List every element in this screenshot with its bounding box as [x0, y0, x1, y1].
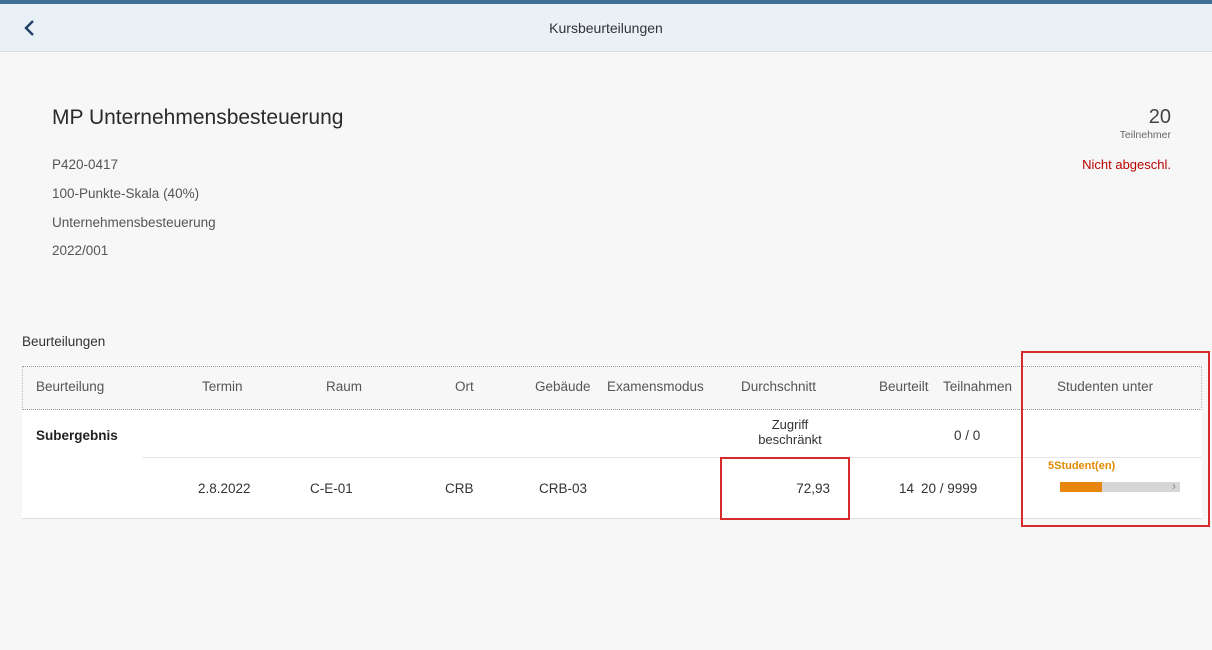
course-title: MP Unternehmensbesteuerung	[52, 106, 344, 129]
subresult-label: Subergebnis	[36, 428, 118, 443]
cell-teilnahmen: 20 / 9999	[921, 481, 978, 496]
col-raum[interactable]: Raum	[326, 379, 362, 394]
students-below-progress-fill	[1060, 482, 1102, 492]
col-beurteilung[interactable]: Beurteilung	[36, 379, 104, 394]
course-code: P420-0417	[52, 157, 119, 172]
status-badge: Nicht abgeschl.	[1082, 157, 1171, 172]
page-title: Kursbeurteilungen	[549, 20, 663, 36]
col-gebaeude[interactable]: Gebäude	[535, 379, 591, 394]
cell-gebaeude: CRB-03	[539, 481, 588, 496]
chevron-right-icon: ›	[1172, 479, 1176, 493]
col-durchschnitt[interactable]: Durchschnitt	[741, 379, 816, 394]
course-period: 2022/001	[52, 243, 109, 258]
col-studenten-unter[interactable]: Studenten unter	[1057, 379, 1153, 394]
table-header: Beurteilung Termin Raum Ort Gebäude Exam…	[22, 366, 1202, 410]
col-ort[interactable]: Ort	[455, 379, 474, 394]
cell-raum: C-E-01	[310, 481, 353, 496]
app-header: Kursbeurteilungen	[0, 4, 1212, 52]
cell-termin: 2.8.2022	[198, 481, 251, 496]
cell-beurteilt: 14	[898, 481, 914, 496]
course-subject: Unternehmensbesteuerung	[52, 215, 216, 230]
assessments-table: Beurteilung Termin Raum Ort Gebäude Exam…	[22, 366, 1202, 519]
col-examensmodus[interactable]: Examensmodus	[607, 379, 704, 394]
col-teilnahmen[interactable]: Teilnahmen	[943, 379, 1012, 394]
cell-durchschnitt: 72,93	[796, 481, 830, 496]
col-termin[interactable]: Termin	[202, 379, 243, 394]
participants-label: Teilnehmer	[1119, 129, 1171, 141]
table-row[interactable]: 2.8.2022 C-E-01 CRB CRB-03 72,93 14 20 /…	[22, 457, 1202, 519]
cell-ort: CRB	[445, 481, 474, 496]
subresult-participations: 0 / 0	[954, 428, 981, 443]
participants-count: 20	[1148, 106, 1171, 128]
subresult-average: Zugriff beschränkt	[750, 417, 830, 447]
section-title: Beurteilungen	[22, 334, 106, 349]
subresult-average-line1: Zugriff	[771, 417, 809, 432]
students-below-progress[interactable]	[1060, 482, 1180, 492]
col-beurteilt[interactable]: Beurteilt	[879, 379, 929, 394]
subresult-average-line2: beschränkt	[758, 432, 822, 447]
grading-scale: 100-Punkte-Skala (40%)	[52, 186, 200, 201]
table-row-subresult[interactable]: Subergebnis Zugriff beschränkt 0 / 0	[22, 410, 1202, 457]
students-below-label: 5Student(en)	[1048, 460, 1116, 472]
